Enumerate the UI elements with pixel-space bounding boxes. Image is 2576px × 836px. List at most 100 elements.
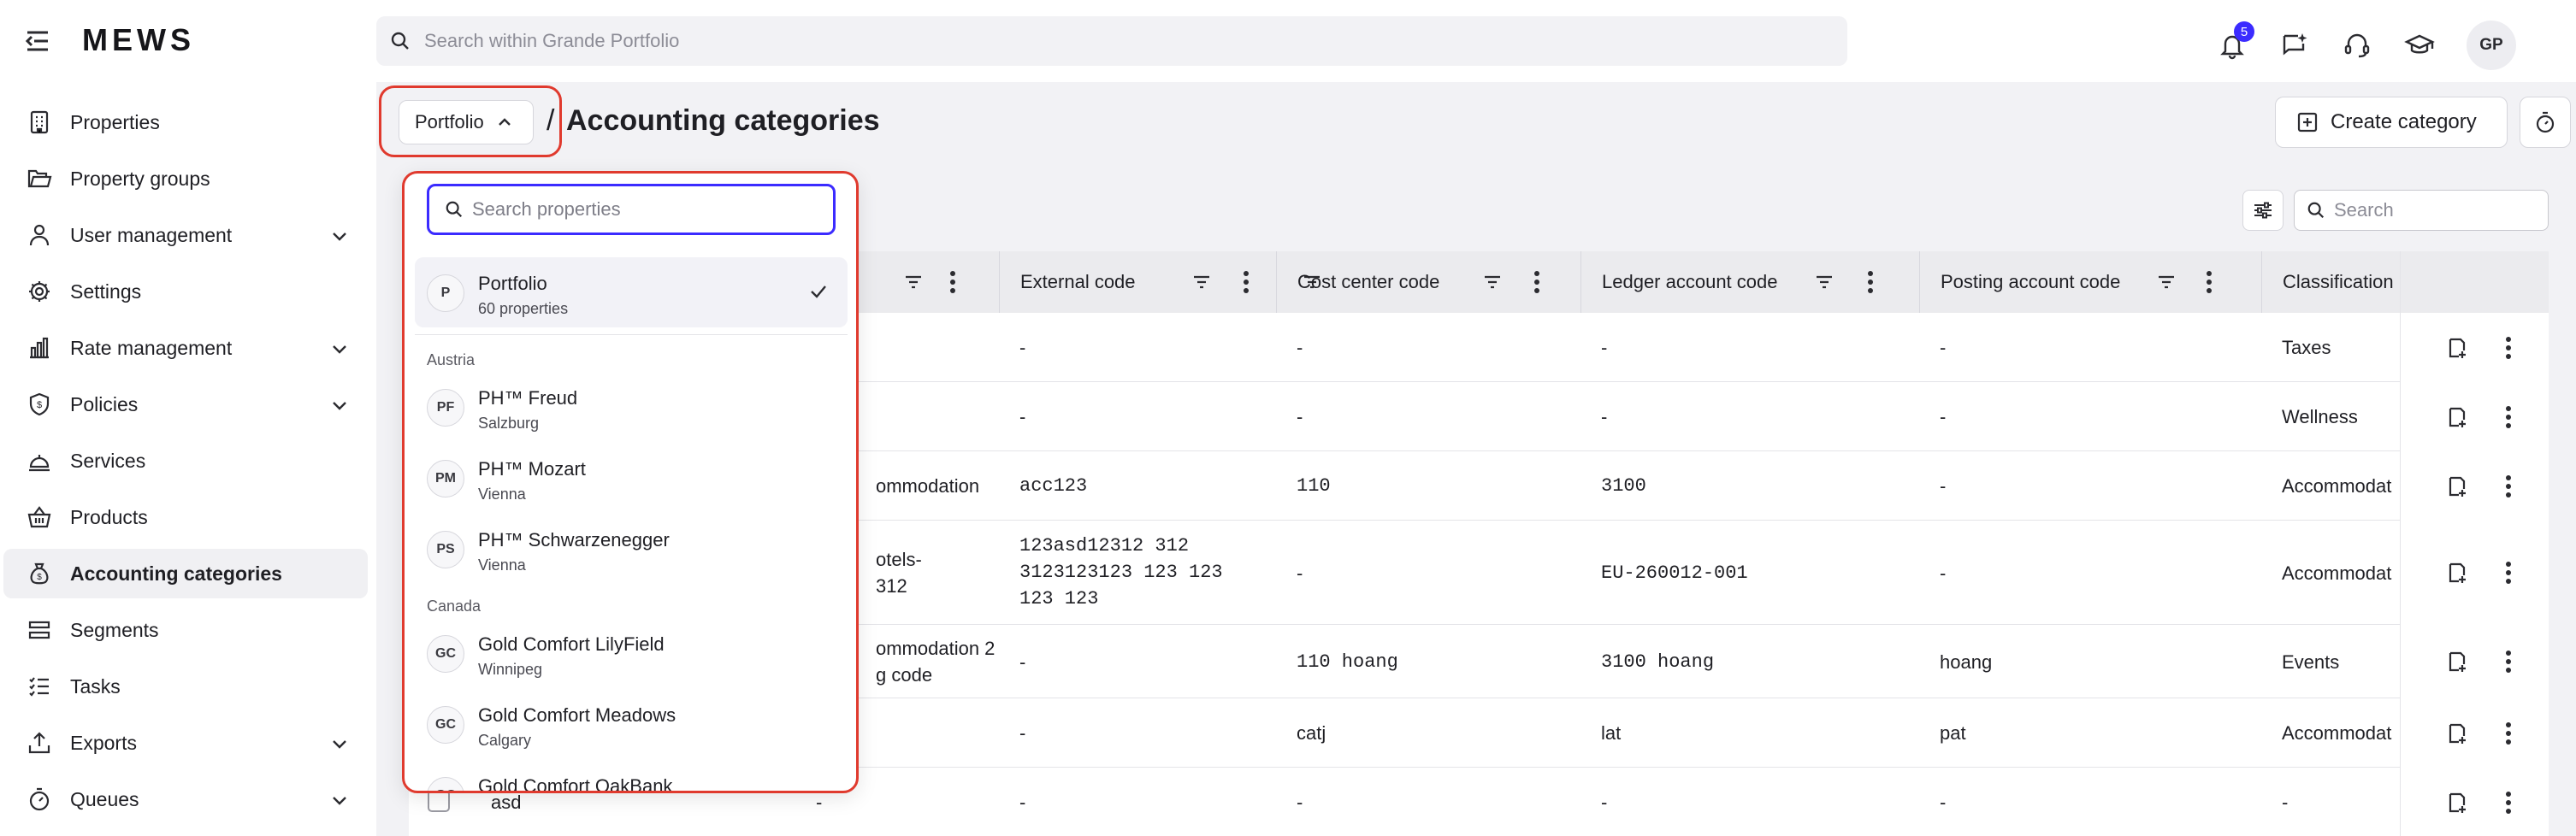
chevron-down-icon: [333, 740, 346, 749]
search-icon: [446, 201, 463, 218]
property-subtitle: Vienna: [478, 486, 526, 503]
cell-classification: Taxes: [2282, 337, 2331, 358]
create-category-label: Create category: [2331, 110, 2477, 133]
sidebar-item-services[interactable]: Services: [3, 436, 368, 486]
more-vertical-icon[interactable]: [2493, 718, 2524, 749]
sidebar-item-exports[interactable]: Exports: [3, 718, 368, 768]
filter-icon[interactable]: [1191, 272, 1212, 292]
filter-icon[interactable]: [903, 272, 924, 292]
assign-icon[interactable]: [2442, 646, 2473, 677]
property-selector-dropdown: P Portfolio 60 properties Austria PF PH™…: [402, 171, 859, 793]
user-avatar[interactable]: GP: [2467, 21, 2516, 70]
filter-icon[interactable]: [1814, 272, 1835, 292]
property-option[interactable]: PF PH™ Freud Salzburg: [415, 372, 848, 442]
global-search-input[interactable]: [424, 30, 1793, 52]
filter-icon[interactable]: [1482, 272, 1503, 292]
filter-icon[interactable]: [2156, 272, 2177, 292]
sidebar-item-label: Tasks: [70, 674, 121, 698]
money-bag-icon: $: [22, 556, 56, 591]
property-search-input[interactable]: [472, 198, 831, 221]
sidebar-item-rate-management[interactable]: Rate management: [3, 323, 368, 373]
sidebar-item-queues[interactable]: Queues: [3, 774, 368, 824]
more-vertical-icon[interactable]: [1243, 270, 1250, 294]
column-header-external-code[interactable]: External code: [999, 251, 1276, 313]
property-option[interactable]: GC Gold Comfort LilyField Winnipeg: [415, 618, 848, 688]
table-search-input[interactable]: [2334, 199, 2539, 221]
sidebar-item-accounting-categories[interactable]: $ Accounting categories: [3, 549, 368, 598]
more-vertical-icon[interactable]: [2493, 557, 2524, 588]
timer-icon: [2536, 111, 2555, 133]
column-header-posting-account-code[interactable]: Posting account code: [1919, 251, 2261, 313]
learning-button[interactable]: [2399, 25, 2440, 66]
assign-icon[interactable]: [2442, 557, 2473, 588]
column-header-cost-center-code[interactable]: Cost center code: [1276, 251, 1580, 313]
gear-icon: [22, 274, 56, 309]
global-search[interactable]: [376, 16, 1847, 66]
cell-ledger-account-code: 3100: [1601, 475, 1646, 497]
notifications-button[interactable]: 5: [2212, 21, 2254, 66]
cell-external-code: 123asd12312 312 3123123123 123 123 123 1…: [1019, 535, 1223, 609]
sidebar-item-tasks[interactable]: Tasks: [3, 662, 368, 711]
assign-icon[interactable]: [2442, 471, 2473, 502]
sidebar-item-settings[interactable]: Settings: [3, 267, 368, 316]
sidebar-item-segments[interactable]: Segments: [3, 605, 368, 655]
sidebar-item-label: Products: [70, 505, 148, 528]
more-vertical-icon[interactable]: [2206, 270, 2213, 294]
property-option[interactable]: GC Gold Comfort OakBank: [415, 760, 848, 791]
create-category-button[interactable]: Create category: [2275, 97, 2508, 148]
assign-icon[interactable]: [2442, 787, 2473, 818]
assign-icon[interactable]: [2442, 718, 2473, 749]
sidebar-item-label: Queues: [70, 787, 139, 810]
more-vertical-icon[interactable]: [2493, 787, 2524, 818]
cell-posting-account-code: -: [1940, 337, 1947, 358]
sidebar-item-label: Policies: [70, 392, 139, 415]
property-subtitle: Vienna: [478, 556, 526, 574]
support-button[interactable]: [2337, 25, 2378, 66]
cell-cost-center-code: -: [1297, 406, 1303, 427]
chevron-down-icon: [333, 402, 346, 410]
more-vertical-icon[interactable]: [2493, 471, 2524, 502]
sidebar-item-policies[interactable]: $ Policies: [3, 380, 368, 429]
property-search[interactable]: [427, 184, 836, 235]
property-option[interactable]: PS PH™ Schwarzenegger Vienna: [415, 514, 848, 584]
sidebar-item-products[interactable]: Products: [3, 492, 368, 542]
more-vertical-icon[interactable]: [2493, 646, 2524, 677]
more-vertical-icon[interactable]: [1533, 270, 1540, 294]
column-header-ledger-account-code[interactable]: Ledger account code: [1580, 251, 1919, 313]
sidebar-item-label: Segments: [70, 618, 159, 641]
cell-cost-center-code: -: [1297, 792, 1303, 813]
property-avatar: PS: [427, 531, 464, 568]
page-title: Accounting categories: [566, 104, 880, 137]
cell-classification: Events: [2282, 651, 2340, 673]
more-vertical-icon[interactable]: [2493, 333, 2524, 363]
property-name: Gold Comfort Meadows: [478, 704, 676, 726]
column-settings-button[interactable]: [2242, 190, 2284, 231]
shield-icon: $: [22, 387, 56, 421]
assign-icon[interactable]: [2442, 333, 2473, 363]
chevron-down-icon: [333, 233, 346, 241]
column-header-classification[interactable]: Classification: [2261, 251, 2400, 313]
assign-icon[interactable]: [2442, 402, 2473, 433]
notifications-badge: 5: [2234, 21, 2254, 42]
property-subtitle: 60 properties: [478, 300, 569, 317]
table-search[interactable]: [2294, 190, 2549, 231]
history-button[interactable]: [2520, 97, 2571, 148]
plus-square-icon: [2297, 112, 2318, 132]
cell-posting-account-code: hoang: [1940, 651, 1993, 673]
svg-text:$: $: [37, 400, 42, 410]
cell-posting-account-code: pat: [1940, 722, 1966, 744]
sidebar-item-user-management[interactable]: User management: [3, 210, 368, 260]
property-option-portfolio[interactable]: P Portfolio 60 properties: [415, 257, 848, 327]
property-option[interactable]: PM PH™ Mozart Vienna: [415, 443, 848, 513]
more-vertical-icon[interactable]: [1867, 270, 1874, 294]
headset-icon: [2344, 33, 2370, 58]
menu-collapse-icon[interactable]: [24, 27, 53, 55]
more-vertical-icon[interactable]: [2493, 402, 2524, 433]
more-vertical-icon[interactable]: [949, 270, 956, 294]
sliders-icon: [2254, 202, 2272, 219]
sidebar-item-properties[interactable]: Properties: [3, 97, 368, 147]
property-option[interactable]: GC Gold Comfort Meadows Calgary: [415, 689, 848, 759]
ai-assistant-button[interactable]: [2274, 25, 2315, 66]
cell-cost-center-code: -: [1297, 562, 1303, 584]
sidebar-item-property-groups[interactable]: Property groups: [3, 154, 368, 203]
